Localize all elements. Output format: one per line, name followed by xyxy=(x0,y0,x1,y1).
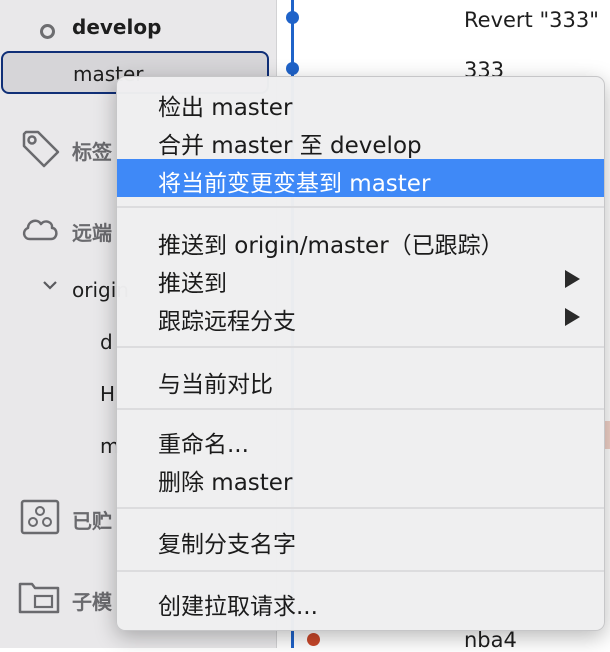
remote-branch-label: H xyxy=(100,382,116,406)
submenu-arrow-icon xyxy=(565,270,580,288)
cloud-icon xyxy=(20,215,60,243)
menu-item-label: 删除 master xyxy=(158,470,293,496)
commit-dot xyxy=(307,633,320,646)
menu-item-label: 与当前对比 xyxy=(158,372,273,398)
menu-separator xyxy=(117,408,604,410)
sidebar-item-develop[interactable]: develop xyxy=(0,5,276,49)
menu-item-push-tracked[interactable]: 推送到 origin/master（已跟踪） xyxy=(117,221,604,259)
menu-item-checkout[interactable]: 检出 master xyxy=(117,83,604,121)
submenu-arrow-icon xyxy=(565,308,580,326)
current-branch-icon xyxy=(40,24,55,39)
menu-separator xyxy=(117,570,604,572)
commit-dot xyxy=(286,62,299,75)
menu-item-label: 复制分支名字 xyxy=(158,532,296,558)
commit-row-highlight xyxy=(605,421,610,449)
section-label: 子模 xyxy=(72,590,112,614)
section-label: 已贮 xyxy=(72,509,112,533)
menu-item-diff-current[interactable]: 与当前对比 xyxy=(117,360,604,398)
submodule-icon xyxy=(18,578,62,616)
menu-item-label: 合并 master 至 develop xyxy=(158,133,422,159)
section-label: 标签 xyxy=(72,140,112,164)
menu-item-label: 推送到 xyxy=(158,271,227,297)
section-label: 远端 xyxy=(72,221,112,245)
stash-icon xyxy=(20,499,60,535)
context-menu: 检出 master 合并 master 至 develop 将当前变更变基到 m… xyxy=(116,76,605,631)
menu-item-label: 跟踪远程分支 xyxy=(158,309,296,335)
menu-separator xyxy=(117,507,604,509)
menu-item-rebase[interactable]: 将当前变更变基到 master xyxy=(117,159,604,197)
menu-item-label: 推送到 origin/master（已跟踪） xyxy=(158,233,504,259)
branch-label: develop xyxy=(72,15,162,39)
commit-dot xyxy=(286,11,299,24)
menu-item-copy-branch-name[interactable]: 复制分支名字 xyxy=(117,520,604,558)
menu-item-rename[interactable]: 重命名... xyxy=(117,420,604,458)
menu-item-push-to[interactable]: 推送到 xyxy=(117,259,604,297)
menu-item-label: 重命名... xyxy=(158,432,249,458)
menu-item-delete[interactable]: 删除 master xyxy=(117,458,604,496)
tag-icon xyxy=(20,128,62,168)
menu-item-label: 将当前变更变基到 master xyxy=(158,171,431,197)
chevron-down-icon xyxy=(42,280,58,292)
commit-message[interactable]: nba4 xyxy=(464,628,517,652)
menu-item-merge[interactable]: 合并 master 至 develop xyxy=(117,121,604,159)
menu-item-create-pull-request[interactable]: 创建拉取请求... xyxy=(117,582,604,620)
commit-message[interactable]: Revert "333" xyxy=(464,8,599,32)
menu-separator xyxy=(117,346,604,348)
menu-item-label: 创建拉取请求... xyxy=(158,594,318,620)
menu-separator xyxy=(117,206,604,208)
menu-item-label: 检出 master xyxy=(158,95,293,121)
remote-branch-label: d xyxy=(100,330,113,354)
menu-item-track-remote[interactable]: 跟踪远程分支 xyxy=(117,297,604,335)
